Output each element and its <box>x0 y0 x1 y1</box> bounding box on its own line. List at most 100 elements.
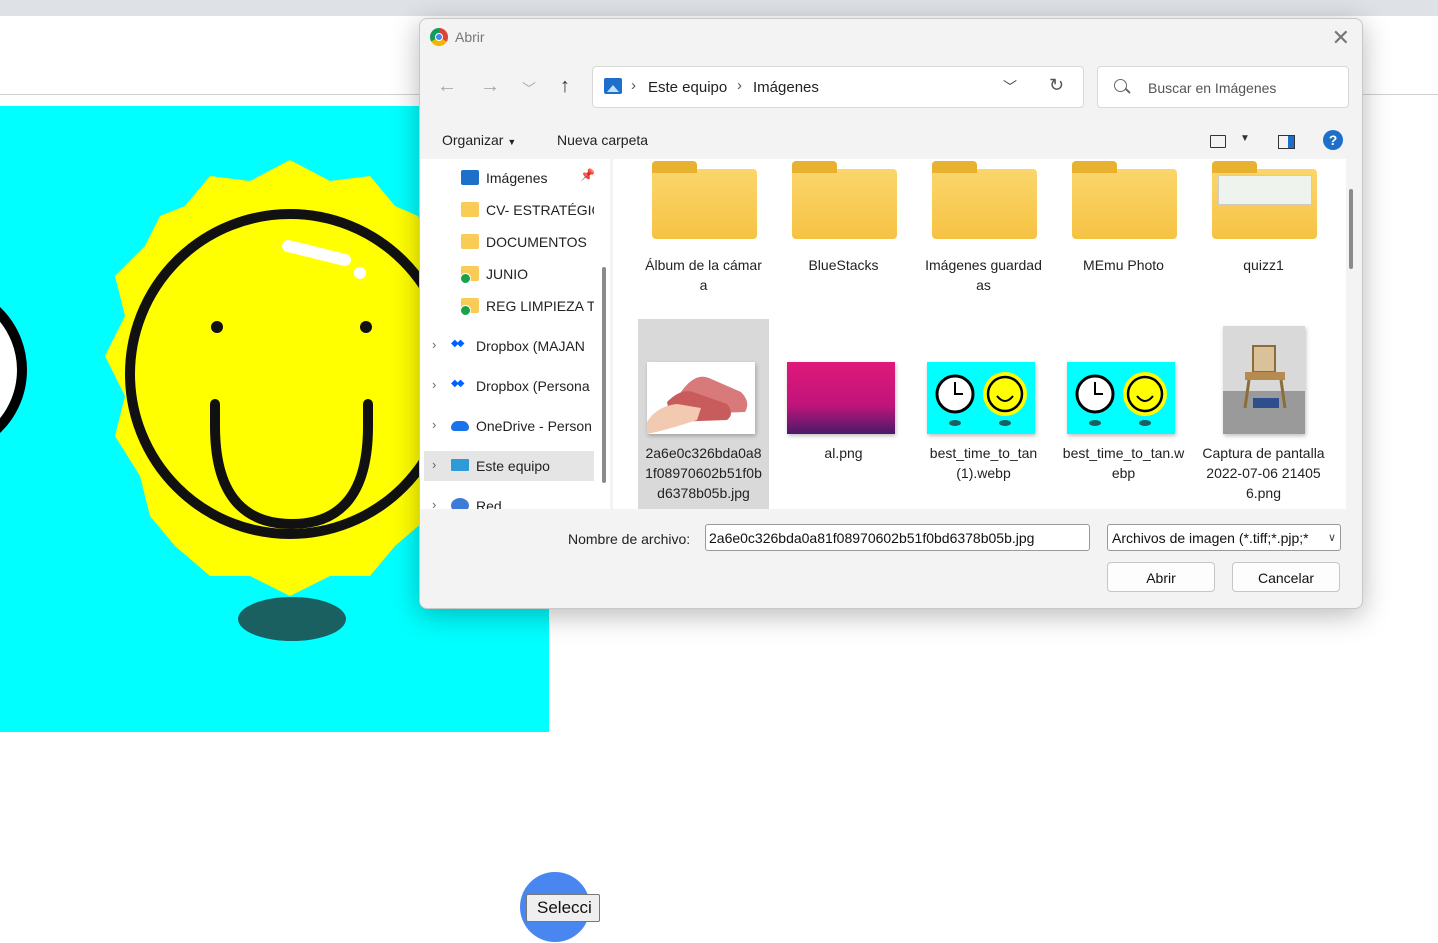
nav-label: CV- ESTRATÉGIC <box>486 202 594 218</box>
preview-pane-icon[interactable] <box>1278 135 1295 149</box>
file-list-scrollbar[interactable] <box>1349 189 1353 269</box>
select-file-button[interactable]: Selecci <box>526 894 600 922</box>
file-name-label: Nombre de archivo: <box>568 531 691 547</box>
folder-imagenes-guardadas[interactable]: Imágenes guardadas <box>918 159 1049 344</box>
nav-item-reg-limpieza[interactable]: REG LIMPIEZA TI <box>424 291 594 321</box>
breadcrumb-este-equipo[interactable]: Este equipo <box>648 79 727 96</box>
file-best-time-1-webp[interactable]: best_time_to_tan (1).webp <box>918 319 1049 509</box>
nav-label: Red <box>476 498 502 509</box>
dropbox-icon <box>451 378 469 393</box>
folder-memu-photo[interactable]: MEmu Photo <box>1058 159 1189 344</box>
nav-item-junio[interactable]: JUNIO <box>424 259 594 289</box>
nav-item-documentos[interactable]: DOCUMENTOS <box>424 227 594 257</box>
chevron-right-icon[interactable]: › <box>432 457 436 472</box>
organize-label: Organizar <box>442 132 504 148</box>
folder-synced-icon <box>460 298 479 316</box>
caret-down-icon[interactable]: ▼ <box>1240 133 1250 144</box>
file-label: MEmu Photo <box>1083 257 1164 273</box>
chevron-down-icon[interactable]: ﹀ <box>1003 77 1017 97</box>
nav-label: OneDrive - Person <box>476 418 592 434</box>
cancel-button[interactable]: Cancelar <box>1232 562 1340 592</box>
search-placeholder: Buscar en Imágenes <box>1148 80 1277 96</box>
nav-item-imagenes[interactable]: Imágenes 📌 <box>424 163 594 193</box>
folder-icon <box>461 234 479 249</box>
nav-label: REG LIMPIEZA TI <box>486 298 594 314</box>
folder-icon <box>461 202 479 217</box>
recent-locations-chevron-icon[interactable]: ﹀ <box>516 79 542 99</box>
file-label: Imágenes guardadas <box>925 257 1042 293</box>
file-label: BlueStacks <box>808 257 879 273</box>
chevron-right-icon: › <box>737 77 742 94</box>
file-label: quizz1 <box>1243 257 1284 273</box>
forward-arrow-icon[interactable]: → <box>477 75 503 98</box>
browser-tab-strip <box>0 0 1438 16</box>
images-library-icon <box>604 78 622 94</box>
pin-icon: 📌 <box>580 168 594 182</box>
folder-synced-icon <box>460 266 479 284</box>
nav-item-este-equipo[interactable]: › Este equipo <box>424 451 594 481</box>
file-captura-png[interactable]: Captura de pantalla 2022-07-06 214056.pn… <box>1198 319 1329 509</box>
chair-thumbnail <box>1223 326 1305 434</box>
clock-sun-thumbnail <box>1067 362 1175 434</box>
open-file-dialog: Abrir ✕ ← → ﹀ ↑ › Este equipo › Imágenes… <box>419 18 1363 609</box>
back-arrow-icon[interactable]: ← <box>434 75 460 98</box>
address-path[interactable]: › Este equipo › Imágenes ﹀ ↻ <box>592 66 1084 108</box>
folder-quizz1[interactable]: quizz1 <box>1198 159 1329 344</box>
folder-icon <box>932 161 1037 239</box>
up-arrow-icon[interactable]: ↑ <box>552 75 578 98</box>
chevron-right-icon[interactable]: › <box>432 417 436 432</box>
nav-item-cv-estrategic[interactable]: CV- ESTRATÉGIC <box>424 195 594 225</box>
folder-icon <box>1072 161 1177 239</box>
refresh-icon[interactable]: ↻ <box>1049 75 1064 96</box>
dialog-title: Abrir <box>455 29 485 45</box>
nav-item-dropbox-majan[interactable]: › Dropbox (MAJAN <box>424 331 594 361</box>
open-button[interactable]: Abrir <box>1107 562 1215 592</box>
file-label: best_time_to_tan.webp <box>1062 445 1185 481</box>
gradient-thumbnail <box>787 362 895 434</box>
search-input[interactable]: Buscar en Imágenes <box>1097 66 1349 108</box>
breadcrumb-imagenes[interactable]: Imágenes <box>753 79 819 96</box>
clock-face-icon <box>0 307 27 433</box>
file-type-select[interactable]: Archivos de imagen (*.tiff;*.pjp;* ∨ <box>1107 524 1341 551</box>
file-name-input[interactable]: 2a6e0c326bda0a81f08970602b51f0bd6378b05b… <box>705 524 1090 551</box>
computer-icon <box>451 459 469 471</box>
new-folder-button[interactable]: Nueva carpeta <box>557 132 648 148</box>
file-label: Captura de pantalla 2022-07-06 214056.pn… <box>1202 445 1325 501</box>
file-shoes-jpg[interactable]: 2a6e0c326bda0a81f08970602b51f0bd6378b05b… <box>638 319 769 509</box>
sun-left-eye <box>211 321 223 333</box>
svg-text:?: ? <box>1329 132 1338 148</box>
network-icon <box>451 498 469 509</box>
chevron-right-icon[interactable]: › <box>432 337 436 352</box>
dialog-toolbar: Organizar ▼ Nueva carpeta ▼ <box>420 123 1362 159</box>
organize-menu[interactable]: Organizar ▼ <box>442 132 516 148</box>
navigation-pane: Imágenes 📌 CV- ESTRATÉGIC DOCUMENTOS JUN… <box>420 159 610 509</box>
file-name-value: 2a6e0c326bda0a81f08970602b51f0bd6378b05b… <box>709 530 1035 546</box>
file-label: al.png <box>824 445 863 461</box>
nav-label: Dropbox (MAJAN <box>476 338 585 354</box>
file-al-png[interactable]: al.png <box>778 319 909 509</box>
help-icon[interactable]: ? <box>1323 130 1343 150</box>
nav-scrollbar[interactable] <box>602 267 606 483</box>
folder-album-camara[interactable]: Álbum de la cámara <box>638 159 769 344</box>
nav-label: DOCUMENTOS <box>486 234 587 250</box>
sun-face <box>125 209 455 539</box>
nav-item-dropbox-personal[interactable]: › Dropbox (Persona <box>424 371 594 401</box>
chevron-down-icon[interactable]: ∨ <box>1328 525 1336 550</box>
clock-sun-thumbnail <box>927 362 1035 434</box>
folder-bluestacks[interactable]: BlueStacks <box>778 159 909 344</box>
nav-item-red[interactable]: › Red <box>424 491 594 509</box>
chrome-logo-icon <box>430 28 448 46</box>
close-icon[interactable]: ✕ <box>1332 25 1350 51</box>
caret-down-icon: ▼ <box>507 137 517 147</box>
nav-label: Este equipo <box>476 458 550 474</box>
nav-item-onedrive[interactable]: › OneDrive - Person <box>424 411 594 441</box>
nav-label: Dropbox (Persona <box>476 378 590 394</box>
sun-right-eye <box>360 321 372 333</box>
view-mode-icon[interactable] <box>1210 135 1226 148</box>
chevron-right-icon[interactable]: › <box>432 377 436 392</box>
file-list: Álbum de la cámara BlueStacks Imágenes g… <box>613 159 1346 509</box>
chevron-right-icon[interactable]: › <box>432 497 436 509</box>
file-best-time-webp[interactable]: best_time_to_tan.webp <box>1058 319 1189 509</box>
file-label: best_time_to_tan (1).webp <box>929 445 1038 481</box>
sun-highlight-dot <box>354 267 366 279</box>
